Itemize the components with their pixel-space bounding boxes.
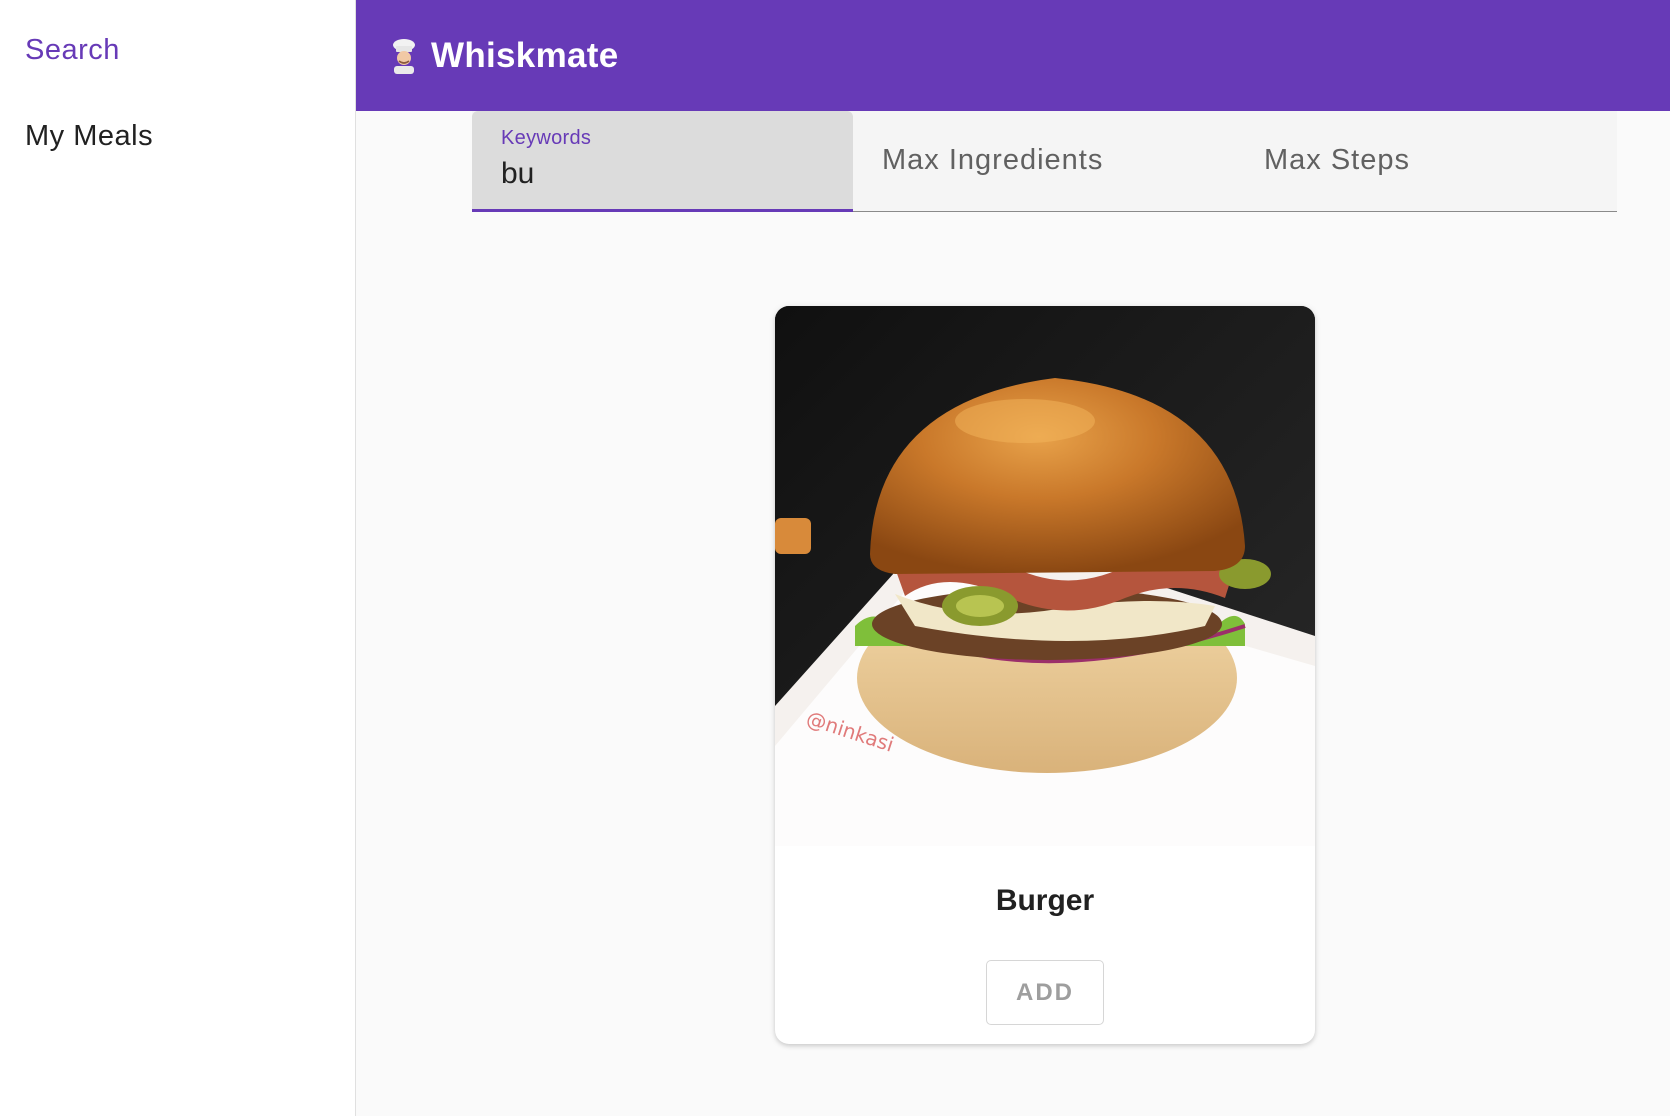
max-steps-label: Max Steps xyxy=(1264,144,1410,176)
recipe-card: @ninkasi Burger ADD xyxy=(775,306,1315,1044)
sidebar-item-search[interactable]: Search xyxy=(25,34,120,67)
recipe-title: Burger xyxy=(995,884,1095,917)
keywords-label: Keywords xyxy=(501,127,592,149)
keywords-input[interactable] xyxy=(501,157,831,191)
max-ingredients-label: Max Ingredients xyxy=(882,144,1104,176)
sidebar-nav: Search My Meals xyxy=(0,0,356,1116)
search-filters: Keywords Max Ingredients Max Steps xyxy=(472,111,1617,212)
max-steps-field[interactable]: Max Steps xyxy=(1235,111,1617,212)
app-toolbar: Whiskmate xyxy=(356,0,1670,111)
max-ingredients-field[interactable]: Max Ingredients xyxy=(853,111,1235,212)
sidebar-item-my-meals[interactable]: My Meals xyxy=(25,120,153,153)
add-button[interactable]: ADD xyxy=(986,960,1104,1025)
app-title: Whiskmate xyxy=(431,35,619,75)
keywords-field[interactable]: Keywords xyxy=(472,111,853,212)
recipe-image: @ninkasi xyxy=(775,306,1315,846)
chef-icon xyxy=(387,38,421,74)
